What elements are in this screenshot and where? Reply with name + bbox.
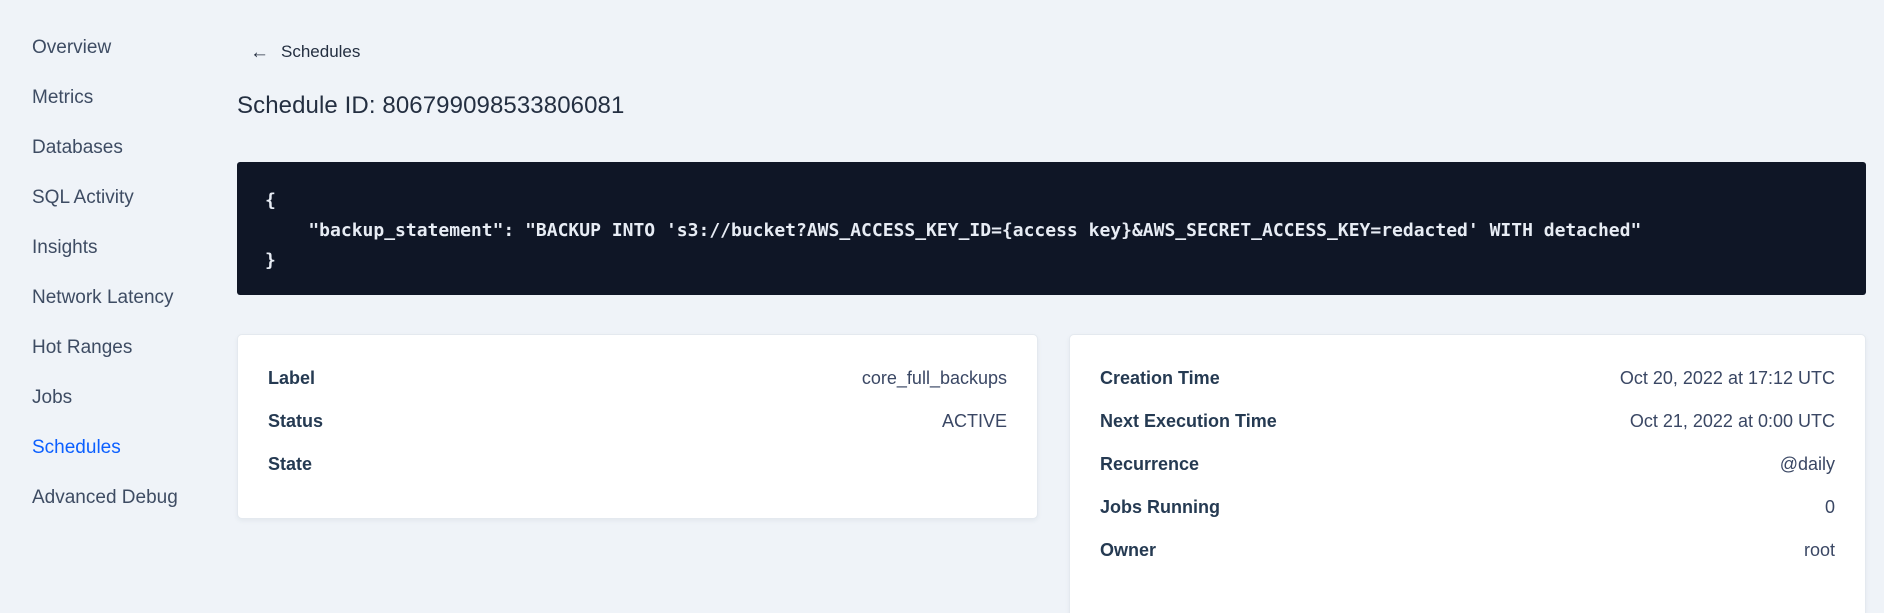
sidebar-item-label: Databases — [32, 137, 123, 158]
timing-row-value: Oct 20, 2022 at 17:12 UTC — [1619, 367, 1835, 388]
timing-row: Recurrence @daily — [1100, 443, 1835, 486]
sidebar-item[interactable]: Schedules — [32, 423, 237, 473]
timing-row-label: Recurrence — [1100, 453, 1200, 474]
sidebar-item-label: SQL Activity — [32, 187, 134, 208]
timing-row: Owner root — [1100, 529, 1835, 572]
sidebar-item[interactable]: SQL Activity — [32, 173, 237, 223]
sidebar-item[interactable]: Advanced Debug — [32, 473, 237, 523]
back-link-label: Schedules — [281, 42, 361, 61]
summary-row: State — [268, 443, 1007, 486]
timing-row: Next Execution Time Oct 21, 2022 at 0:00… — [1100, 400, 1835, 443]
timing-row-value: 0 — [1824, 496, 1835, 517]
page-title: Schedule ID: 806799098533806081 — [237, 91, 625, 119]
sidebar-item-label: Network Latency — [32, 287, 174, 308]
sidebar-item-label: Insights — [32, 237, 98, 258]
sidebar-item-label: Advanced Debug — [32, 487, 178, 508]
timing-row-value: @daily — [1779, 453, 1835, 474]
timing-row-label: Creation Time — [1100, 367, 1220, 388]
sidebar: Overview Metrics Databases SQL Activity … — [0, 0, 237, 613]
sidebar-item[interactable]: Insights — [32, 223, 237, 273]
sidebar-item[interactable]: Hot Ranges — [32, 323, 237, 373]
sidebar-item-label: Jobs — [32, 387, 73, 408]
summary-row-label: Label — [268, 367, 316, 388]
schedule-summary-card: Label core_full_backups Status ACTIVE St… — [237, 333, 1038, 519]
summary-row-label: Status — [268, 410, 324, 431]
timing-row-label: Next Execution Time — [1100, 410, 1277, 431]
timing-row-value: Oct 21, 2022 at 0:00 UTC — [1629, 410, 1835, 431]
summary-row-value: core_full_backups — [861, 367, 1007, 388]
sidebar-item-label: Hot Ranges — [32, 337, 133, 358]
sidebar-item[interactable]: Metrics — [32, 73, 237, 123]
sidebar-item-label: Schedules — [32, 437, 121, 458]
timing-row-label: Jobs Running — [1100, 496, 1220, 517]
sidebar-item[interactable]: Network Latency — [32, 273, 237, 323]
sidebar-item-label: Overview — [32, 37, 112, 58]
schedule-timing-card: Creation Time Oct 20, 2022 at 17:12 UTC … — [1069, 333, 1866, 613]
summary-row-value: ACTIVE — [941, 410, 1007, 431]
schedule-statement-code-block: { "backup_statement": "BACKUP INTO 's3:/… — [237, 161, 1866, 295]
sidebar-item[interactable]: Overview — [32, 23, 237, 73]
timing-row-value: root — [1803, 539, 1835, 560]
summary-row-label: State — [268, 453, 313, 474]
arrow-left-icon: ← — [250, 41, 269, 63]
sidebar-item[interactable]: Databases — [32, 123, 237, 173]
sidebar-item[interactable]: Jobs — [32, 373, 237, 423]
back-to-schedules-link[interactable]: ← Schedules — [250, 42, 360, 62]
backup-statement-code: { "backup_statement": "BACKUP INTO 's3:/… — [265, 189, 1642, 271]
timing-row-label: Owner — [1100, 539, 1157, 560]
summary-row: Status ACTIVE — [268, 400, 1007, 443]
timing-row: Jobs Running 0 — [1100, 486, 1835, 529]
summary-row: Label core_full_backups — [268, 357, 1007, 400]
detail-cards: Label core_full_backups Status ACTIVE St… — [237, 333, 1866, 613]
main-content: ← Schedules Schedule ID: 806799098533806… — [237, 0, 1884, 613]
timing-row: Creation Time Oct 20, 2022 at 17:12 UTC — [1100, 357, 1835, 400]
sidebar-item-label: Metrics — [32, 87, 94, 108]
